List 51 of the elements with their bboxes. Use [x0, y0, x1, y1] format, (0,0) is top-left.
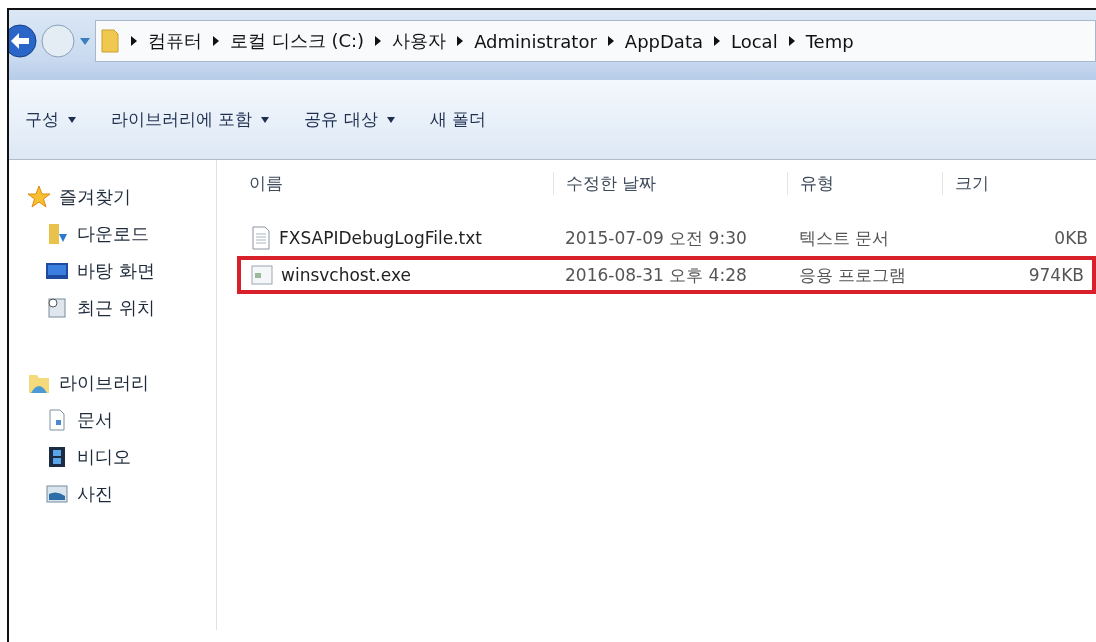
- breadcrumb-item[interactable]: 로컬 디스크 (C:): [230, 29, 365, 53]
- table-cell-text: 텍스트 문서: [798, 226, 891, 250]
- breadcrumb-arrow-icon[interactable]: [787, 35, 796, 47]
- table-cell-text: 0KB: [1053, 228, 1089, 248]
- file-name: FXSAPIDebugLogFile.txt: [279, 228, 482, 248]
- breadcrumb-item[interactable]: Administrator: [474, 30, 597, 52]
- star-icon: [27, 184, 51, 209]
- application-icon: [251, 264, 273, 286]
- dropdown-caret-icon[interactable]: [79, 36, 91, 46]
- toolbar-button[interactable]: 공유 대상: [304, 108, 396, 131]
- table-cell-text: 974KB: [1027, 265, 1085, 285]
- breadcrumb-item[interactable]: AppData: [624, 30, 703, 52]
- sidebar-item[interactable]: 사진: [9, 475, 216, 512]
- sidebar-item[interactable]: 비디오: [9, 438, 216, 475]
- toolbar-button[interactable]: 라이브러리에 포함: [111, 108, 271, 131]
- breadcrumb-arrow-icon[interactable]: [606, 35, 615, 47]
- breadcrumb-item[interactable]: Local: [731, 30, 778, 52]
- dropdown-caret-icon: [67, 115, 77, 124]
- breadcrumb-arrow-icon[interactable]: [374, 35, 383, 47]
- breadcrumb-item[interactable]: Temp: [805, 30, 854, 52]
- column-header[interactable]: 유형: [787, 172, 942, 195]
- breadcrumb-arrow-icon[interactable]: [456, 35, 465, 47]
- sidebar-item[interactable]: 라이브러리: [9, 364, 216, 401]
- file-row[interactable]: FXSAPIDebugLogFile.txt 2015-07-09 오전 9:30 텍스트 문서 0KB: [241, 220, 1096, 256]
- breadcrumb-item[interactable]: 사용자: [392, 29, 447, 53]
- sidebar-item[interactable]: 바탕 화면: [9, 252, 216, 289]
- sidebar-item[interactable]: 즐겨찾기: [9, 178, 216, 215]
- breadcrumb-arrow-icon[interactable]: [212, 35, 220, 47]
- toolbar-button[interactable]: 구성: [25, 108, 77, 131]
- highlighted-file-row[interactable]: winsvchost.exe 2016-08-31 오후 4:28 응용 프로그램 974KB: [237, 256, 1096, 294]
- toolbar-button[interactable]: 새 폴더: [429, 108, 487, 131]
- column-header[interactable]: 수정한 날짜: [553, 172, 787, 195]
- sidebar-item[interactable]: 문서: [9, 401, 216, 438]
- breadcrumb-arrow-icon[interactable]: [713, 35, 721, 47]
- breadcrumb-arrow-icon[interactable]: [130, 35, 138, 47]
- text-file-icon: [251, 226, 271, 250]
- table-cell-text: 2015-07-09 오전 9:30: [564, 226, 748, 250]
- folder-icon: [100, 28, 120, 54]
- table-cell-text: 2016-08-31 오후 4:28: [564, 263, 748, 287]
- back-button[interactable]: [9, 24, 37, 58]
- column-header[interactable]: 이름: [217, 172, 553, 195]
- breadcrumb-item[interactable]: 컴퓨터: [148, 29, 202, 53]
- dropdown-caret-icon: [260, 115, 271, 124]
- column-header[interactable]: 크기: [942, 172, 1096, 195]
- dropdown-caret-icon: [385, 115, 396, 124]
- address-bar[interactable]: 컴퓨터 로컬 디스크 (C:) 사용자 Administrator AppData Local Temp: [95, 20, 1096, 62]
- recent-places-icon: [45, 295, 69, 320]
- sidebar-item[interactable]: 최근 위치: [9, 289, 216, 326]
- table-cell-text: 응용 프로그램: [798, 263, 908, 287]
- sidebar-item[interactable]: 다운로드: [9, 215, 216, 252]
- file-name: winsvchost.exe: [281, 265, 411, 285]
